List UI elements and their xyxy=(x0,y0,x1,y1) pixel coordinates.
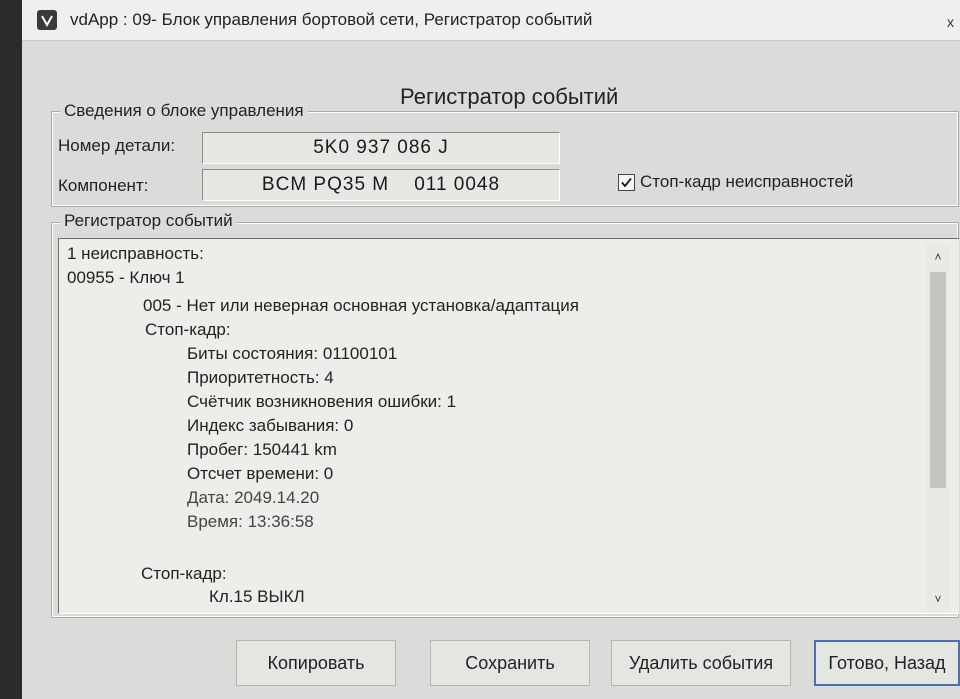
log-line: Дата: 2049.14.20 xyxy=(187,488,320,507)
log-line: Пробег: 150441 km xyxy=(187,440,337,459)
done-back-button[interactable]: Готово, Назад xyxy=(814,640,960,686)
log-line: Время: 13:36:58 xyxy=(187,512,314,531)
title-bar: vdApp : 09- Блок управления бортовой сет… xyxy=(22,0,960,41)
log-line: Стоп-кадр: xyxy=(145,320,231,339)
scrollbar-thumb[interactable] xyxy=(930,272,946,488)
checkbox-checked-icon[interactable] xyxy=(618,173,635,191)
scroll-down-arrow-icon[interactable]: ˅ xyxy=(926,588,950,610)
log-line: 00955 - Ключ 1 xyxy=(67,268,185,287)
delete-events-button[interactable]: Удалить события xyxy=(611,640,791,686)
event-log-scrollbar[interactable]: ˄ ˅ xyxy=(926,244,950,612)
part-number-field: 5K0 937 086 J xyxy=(202,132,560,164)
log-line: Стоп-кадр: xyxy=(141,564,227,583)
component-field: BCM PQ35 M 011 0048 xyxy=(202,169,560,201)
component-label: Компонент: xyxy=(58,176,149,195)
freeze-frame-checkbox-label: Стоп-кадр неисправностей xyxy=(640,172,854,191)
window-title: vdApp : 09- Блок управления бортовой сет… xyxy=(70,10,593,29)
log-line: Биты состояния: 01100101 xyxy=(187,344,398,363)
app-window: vdApp : 09- Блок управления бортовой сет… xyxy=(22,0,960,699)
log-line: Отсчет времени: 0 xyxy=(187,464,334,483)
log-line: Кл.15 ВЫКЛ xyxy=(209,587,305,606)
log-line: Приоритетность: 4 xyxy=(187,368,334,387)
event-log-group-title: Регистратор событий xyxy=(60,211,237,231)
freeze-frame-checkbox[interactable]: Стоп-кадр неисправностей xyxy=(618,172,853,192)
log-line: 1 неисправность: xyxy=(67,244,204,263)
page-title: Регистратор событий xyxy=(400,84,619,109)
close-icon[interactable]: x xyxy=(947,14,954,30)
save-button[interactable]: Сохранить xyxy=(430,640,590,686)
log-line: Счётчик возникновения ошибки: 1 xyxy=(187,392,457,411)
vdapp-logo-icon xyxy=(36,9,58,31)
event-log-text-area[interactable]: 1 неисправность: 00955 - Ключ 1 005 - Не… xyxy=(58,238,959,614)
scroll-up-arrow-icon[interactable]: ˄ xyxy=(926,246,950,268)
log-line: 005 - Нет или неверная основная установк… xyxy=(143,296,579,315)
log-line: Индекс забывания: 0 xyxy=(187,416,354,435)
copy-button[interactable]: Копировать xyxy=(236,640,396,686)
control-unit-group-title: Сведения о блоке управления xyxy=(60,101,308,121)
part-number-label: Номер детали: xyxy=(58,136,176,155)
